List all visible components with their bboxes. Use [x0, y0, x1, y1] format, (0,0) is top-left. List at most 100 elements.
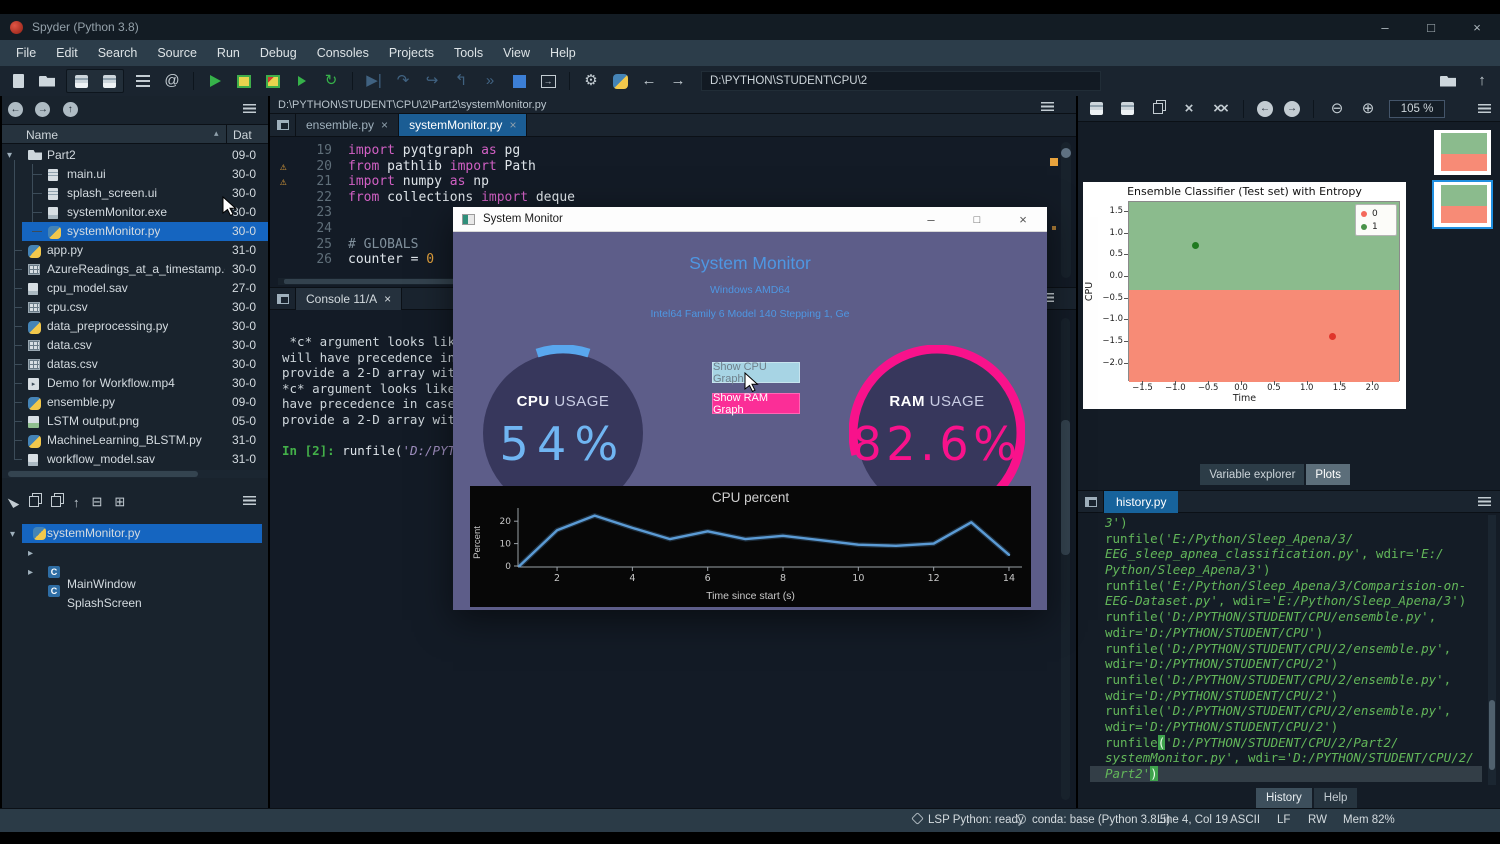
tab-help[interactable]: Help: [1314, 788, 1358, 808]
file-row[interactable]: workflow_model.sav31-0: [2, 450, 268, 469]
menu-consoles[interactable]: Consoles: [307, 40, 379, 66]
menu-projects[interactable]: Projects: [379, 40, 444, 66]
menu-file[interactable]: File: [6, 40, 46, 66]
preferences-button[interactable]: ⚙: [581, 71, 601, 91]
save-all-button[interactable]: [99, 71, 119, 91]
history-vscrollbar[interactable]: [1488, 515, 1496, 785]
tab-history[interactable]: History: [1256, 788, 1312, 808]
interpreter-status[interactable]: conda: base (Python 3.8.5): [1016, 814, 1170, 826]
plots-options-icon[interactable]: [1478, 104, 1491, 113]
console-vscrollbar[interactable]: [1061, 318, 1070, 800]
symbol-finder-button[interactable]: @: [162, 71, 182, 91]
menu-tools[interactable]: Tools: [444, 40, 493, 66]
editor-options-icon[interactable]: [1041, 102, 1054, 111]
save-button[interactable]: [71, 71, 91, 91]
menu-debug[interactable]: Debug: [250, 40, 307, 66]
tab-variable-explorer[interactable]: Variable explorer: [1200, 464, 1304, 485]
menu-run[interactable]: Run: [207, 40, 250, 66]
debug-continue-button[interactable]: »: [480, 71, 500, 91]
menu-edit[interactable]: Edit: [46, 40, 88, 66]
history-options-icon[interactable]: [1478, 497, 1491, 506]
column-date[interactable]: Dat: [233, 128, 252, 142]
run-button[interactable]: [205, 71, 225, 91]
copy-icon[interactable]: [29, 495, 39, 510]
editor-tab-ensemble-py[interactable]: ensemble.py×: [296, 114, 399, 136]
close-button[interactable]: ×: [1454, 20, 1500, 35]
restore-button[interactable]: □: [1408, 20, 1454, 35]
file-row[interactable]: AzureReadings_at_a_timestamp.csv30-0: [2, 260, 268, 279]
open-file-button[interactable]: [37, 71, 57, 91]
collapse-all-icon[interactable]: ⊟: [92, 494, 103, 510]
zoom-out-icon[interactable]: ⊖: [1327, 99, 1347, 119]
console-tab[interactable]: Console 11/A ×: [296, 288, 402, 310]
zoom-in-icon[interactable]: ⊕: [1358, 99, 1378, 119]
close-button[interactable]: ×: [1003, 207, 1043, 232]
stop-debug-button[interactable]: [509, 71, 529, 91]
save-plot-button[interactable]: [1086, 99, 1106, 119]
system-monitor-titlebar[interactable]: System Monitor – □ ×: [453, 207, 1047, 232]
file-explorer-options-icon[interactable]: [243, 104, 256, 113]
parent-directory-button[interactable]: ↑: [1472, 71, 1492, 91]
plot-thumbnail-selected[interactable]: [1434, 182, 1491, 227]
working-directory-input[interactable]: D:\PYTHON\STUDENT\CPU\2: [701, 71, 1101, 91]
browse-directory-button[interactable]: [1438, 71, 1458, 91]
maximize-pane-button[interactable]: →: [538, 71, 558, 91]
debug-button[interactable]: ▶|: [364, 71, 384, 91]
previous-plot-button[interactable]: ←: [1257, 101, 1273, 117]
show-ram-graph-button[interactable]: Show RAM Graph: [712, 393, 800, 414]
editor-tab-systemMonitor-py[interactable]: systemMonitor.py×: [399, 114, 527, 136]
browse-tabs-icon[interactable]: [1078, 491, 1104, 513]
expand-closed-icon[interactable]: ▸: [28, 548, 33, 559]
go-up-icon[interactable]: ↑: [73, 495, 80, 510]
debug-step-out-button[interactable]: ↰: [451, 71, 471, 91]
code-line[interactable]: ⚠21import numpy as np: [270, 174, 1076, 190]
history-file-tab[interactable]: history.py: [1104, 491, 1178, 513]
file-row[interactable]: ensemble.py09-0: [2, 393, 268, 412]
outline-options-icon[interactable]: [243, 496, 256, 505]
file-row[interactable]: ▾Part209-0: [2, 146, 268, 165]
file-switcher-button[interactable]: [133, 71, 153, 91]
minimize-button[interactable]: –: [1362, 20, 1408, 35]
file-row[interactable]: data_preprocessing.py30-0: [2, 317, 268, 336]
run-selection-button[interactable]: [292, 71, 312, 91]
code-line[interactable]: 22from collections import deque: [270, 190, 1076, 206]
file-row[interactable]: main.ui30-0: [2, 165, 268, 184]
close-icon[interactable]: ×: [509, 118, 516, 132]
debug-step-button[interactable]: ↷: [393, 71, 413, 91]
file-row[interactable]: cpu_model.sav27-0: [2, 279, 268, 298]
rerun-cell-button[interactable]: ↻: [321, 71, 341, 91]
file-row[interactable]: datas.csv30-0: [2, 355, 268, 374]
menu-view[interactable]: View: [493, 40, 540, 66]
outline-item[interactable]: ▾systemMonitor.py: [2, 524, 268, 543]
file-row[interactable]: cpu.csv30-0: [2, 298, 268, 317]
file-row[interactable]: app.py31-0: [2, 241, 268, 260]
save-all-plots-button[interactable]: [1117, 99, 1137, 119]
copy-plot-button[interactable]: [1148, 99, 1168, 119]
remove-all-plots-button[interactable]: ××: [1210, 99, 1230, 119]
column-name[interactable]: Name: [26, 128, 58, 142]
scrollbar-thumb[interactable]: [8, 471, 198, 477]
remove-plot-button[interactable]: ×: [1179, 99, 1199, 119]
file-row[interactable]: ▸Demo for Workflow.mp430-0: [2, 374, 268, 393]
parent-directory-icon[interactable]: ↑: [63, 102, 78, 117]
run-cell-button[interactable]: [234, 71, 254, 91]
new-file-button[interactable]: [8, 71, 28, 91]
file-list-hscrollbar[interactable]: [2, 470, 268, 478]
file-list-header[interactable]: Name ▴ Dat: [2, 124, 268, 144]
close-icon[interactable]: ×: [384, 292, 391, 306]
menu-search[interactable]: Search: [88, 40, 148, 66]
outline-item[interactable]: ▸CSplashScreen: [2, 562, 268, 581]
expand-open-icon[interactable]: ▾: [7, 146, 12, 165]
editor-vscrollbar[interactable]: [1061, 142, 1071, 278]
plot-thumbnail[interactable]: [1434, 130, 1491, 175]
file-row[interactable]: LSTM output.png05-0: [2, 412, 268, 431]
expand-closed-icon[interactable]: ▸: [28, 567, 33, 578]
column-divider[interactable]: [226, 125, 227, 143]
forward-button[interactable]: →: [668, 71, 688, 91]
file-row[interactable]: MachineLearning_BLSTM.py31-0: [2, 431, 268, 450]
previous-directory-icon[interactable]: ←: [8, 102, 23, 117]
browse-tabs-icon[interactable]: [270, 288, 296, 310]
code-line[interactable]: 19import pyqtgraph as pg: [270, 143, 1076, 159]
next-plot-button[interactable]: →: [1284, 101, 1300, 117]
expand-open-icon[interactable]: ▾: [10, 529, 15, 540]
